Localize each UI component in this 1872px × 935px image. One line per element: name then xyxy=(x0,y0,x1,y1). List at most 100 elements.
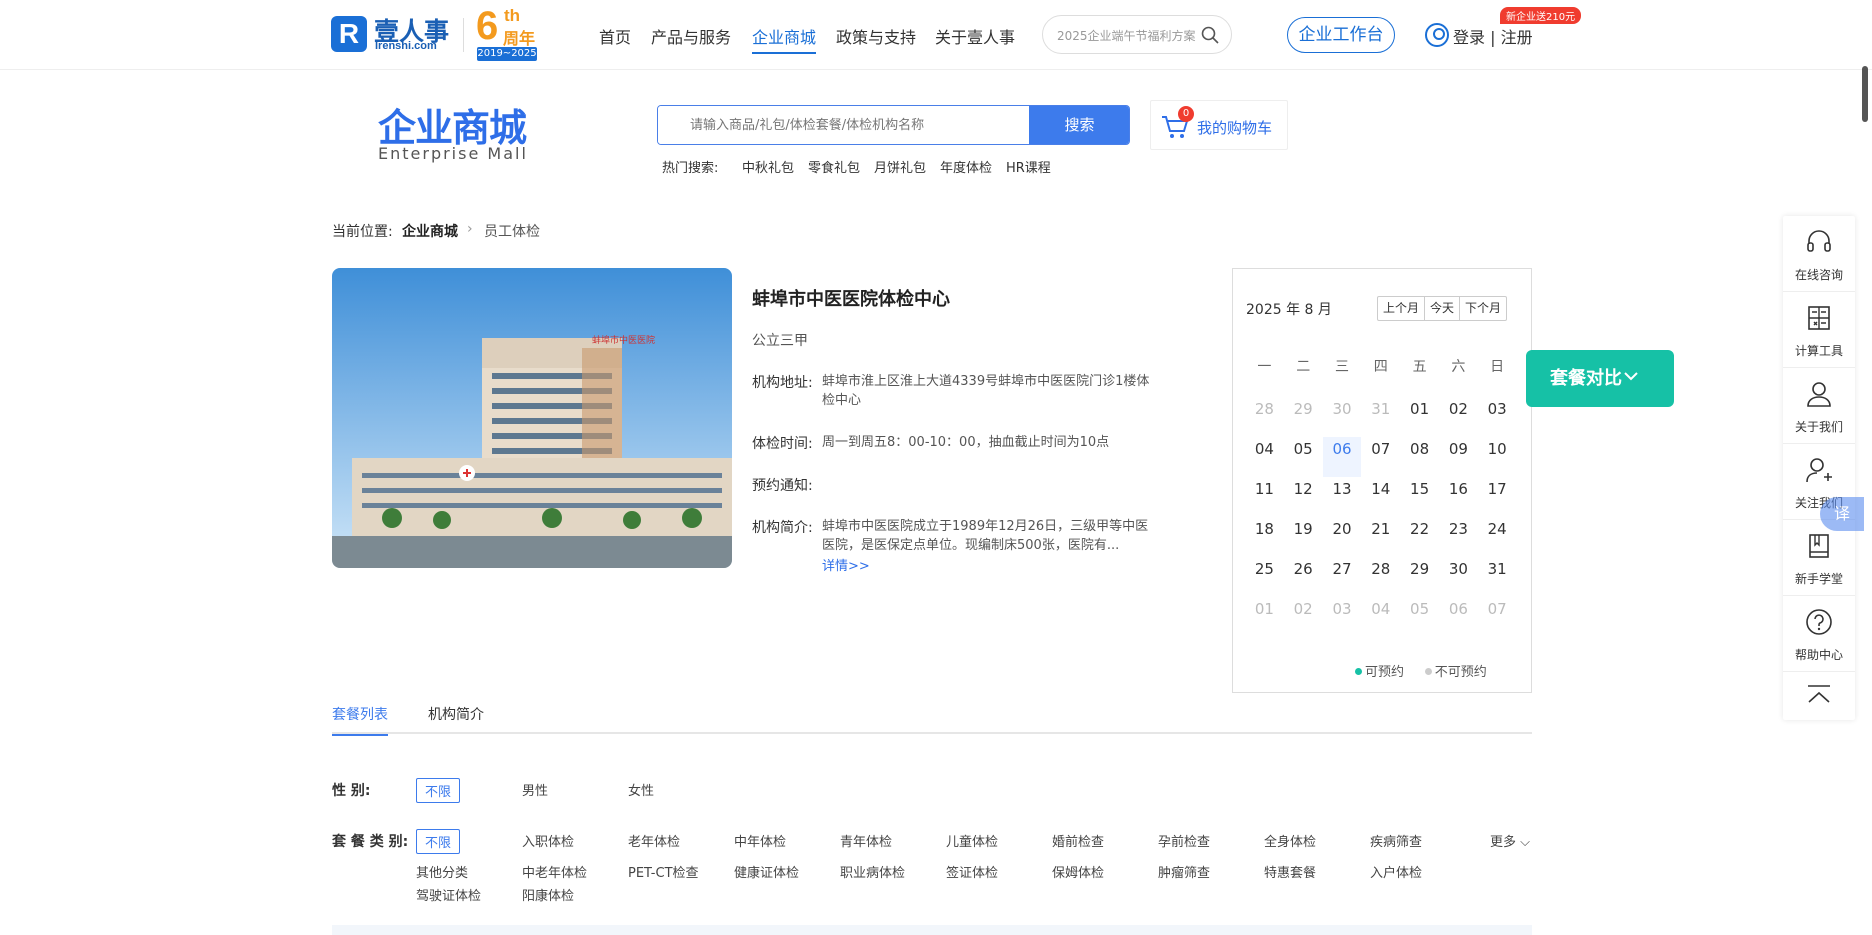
irenshi-logo-icon[interactable]: R xyxy=(331,16,367,52)
category-option[interactable]: 老年体检 xyxy=(628,831,680,850)
category-option[interactable]: 其他分类 xyxy=(416,862,468,881)
calendar-day[interactable]: 30 xyxy=(1439,557,1478,597)
category-option[interactable]: 全身体检 xyxy=(1264,831,1316,850)
user-avatar-icon[interactable] xyxy=(1425,23,1449,47)
gender-option[interactable]: 不限 xyxy=(416,778,461,803)
calendar-day[interactable]: 23 xyxy=(1439,517,1478,557)
category-option[interactable]: 婚前检查 xyxy=(1052,831,1104,850)
nav-home[interactable]: 首页 xyxy=(599,24,631,48)
category-option[interactable]: 入职体检 xyxy=(522,831,574,850)
calendar-day[interactable]: 16 xyxy=(1439,477,1478,517)
calendar-day[interactable]: 08 xyxy=(1400,437,1439,477)
calendar-day[interactable]: 11 xyxy=(1245,477,1284,517)
sidebar-item-help[interactable]: 帮助中心 xyxy=(1783,596,1855,672)
calendar-day[interactable]: 09 xyxy=(1439,437,1478,477)
calendar-day[interactable]: 15 xyxy=(1400,477,1439,517)
category-option[interactable]: 青年体检 xyxy=(840,831,892,850)
calendar-week-row: 11 12 13 14 15 16 17 xyxy=(1245,477,1517,517)
nav-products[interactable]: 产品与服务 xyxy=(651,24,731,48)
scrollbar-thumb[interactable] xyxy=(1862,66,1868,122)
calendar-day[interactable]: 06 xyxy=(1322,437,1362,477)
calendar-day[interactable]: 24 xyxy=(1478,517,1517,557)
prev-month-button[interactable]: 上个月 xyxy=(1378,297,1426,320)
category-option[interactable]: 不限 xyxy=(416,829,461,854)
hot-search-term[interactable]: 零食礼包 xyxy=(808,157,860,176)
calendar-day[interactable]: 07 xyxy=(1361,437,1400,477)
calendar-day[interactable]: 04 xyxy=(1245,437,1284,477)
booking-calendar: 2025 年 8 月 上个月 今天 下个月 一二三四五六日 28 29 30 31 01 0… xyxy=(1232,268,1532,693)
calendar-day[interactable]: 22 xyxy=(1400,517,1439,557)
calendar-day[interactable]: 20 xyxy=(1323,517,1362,557)
sidebar-item-about[interactable]: 关于我们 xyxy=(1783,368,1855,444)
top-search-input[interactable]: 2025企业端午节福利方案 xyxy=(1042,15,1232,54)
calendar-day[interactable]: 31 xyxy=(1478,557,1517,597)
translate-button[interactable]: 译 xyxy=(1820,497,1864,531)
calendar-week-row: 04 05 06 07 08 09 10 xyxy=(1245,437,1517,477)
breadcrumb-item-mall[interactable]: 企业商城 xyxy=(402,221,458,241)
calendar-day[interactable]: 26 xyxy=(1284,557,1323,597)
category-option[interactable]: 疾病筛查 xyxy=(1370,831,1422,850)
back-to-top-button[interactable] xyxy=(1783,672,1855,720)
search-icon[interactable] xyxy=(1201,26,1219,44)
category-option[interactable]: 孕前检查 xyxy=(1158,831,1210,850)
nav-mall[interactable]: 企业商城 xyxy=(752,24,817,54)
tab-institution-intro[interactable]: 机构简介 xyxy=(428,704,484,734)
category-option[interactable]: 保姆体检 xyxy=(1052,862,1104,881)
calendar-day[interactable]: 17 xyxy=(1478,477,1517,517)
calendar-day[interactable]: 29 xyxy=(1400,557,1439,597)
calendar-legend: 可预约 不可预约 xyxy=(1355,661,1487,680)
calendar-day[interactable]: 03 xyxy=(1478,397,1517,437)
next-month-button[interactable]: 下个月 xyxy=(1460,297,1506,320)
promo-badge: 新企业送210元 xyxy=(1500,7,1582,24)
calendar-day[interactable]: 01 xyxy=(1400,397,1439,437)
category-filter-label: 套 餐 类 别: xyxy=(332,834,409,850)
calendar-day[interactable]: 27 xyxy=(1323,557,1362,597)
gender-option[interactable]: 女性 xyxy=(628,780,654,799)
more-categories-button[interactable]: 更多 ⌵ xyxy=(1490,831,1530,850)
workbench-button[interactable]: 企业工作台 xyxy=(1287,17,1395,53)
sidebar-item-learn[interactable]: 新手学堂 xyxy=(1783,520,1855,596)
calendar-day[interactable]: 14 xyxy=(1361,477,1400,517)
calendar-day[interactable]: 05 xyxy=(1284,437,1323,477)
cart-button[interactable]: 0 我的购物车 xyxy=(1150,100,1288,150)
calendar-day[interactable]: 25 xyxy=(1245,557,1284,597)
sidebar-item-calculator[interactable]: 计算工具 xyxy=(1783,292,1855,368)
mall-search-input[interactable] xyxy=(658,106,1028,144)
hot-search-term[interactable]: 年度体检 xyxy=(940,157,992,176)
sidebar-item-consult[interactable]: 在线咨询 xyxy=(1783,216,1855,292)
category-option[interactable]: 肿瘤筛查 xyxy=(1158,862,1210,881)
category-option[interactable]: 中老年体检 xyxy=(522,862,587,881)
category-option[interactable]: 儿童体检 xyxy=(946,831,998,850)
compare-packages-button[interactable]: 套餐对比 xyxy=(1526,350,1674,407)
nav-about[interactable]: 关于壹人事 xyxy=(935,24,1015,48)
calendar-day[interactable]: 28 xyxy=(1361,557,1400,597)
category-option[interactable]: 健康证体检 xyxy=(734,862,799,881)
nav-policy[interactable]: 政策与支持 xyxy=(836,24,916,48)
today-button[interactable]: 今天 xyxy=(1425,297,1461,320)
category-option[interactable]: 特惠套餐 xyxy=(1264,862,1316,881)
calendar-day[interactable]: 18 xyxy=(1245,517,1284,557)
gender-option[interactable]: 男性 xyxy=(522,780,548,799)
search-button[interactable]: 搜索 xyxy=(1029,106,1129,144)
category-option[interactable]: 驾驶证体检 xyxy=(416,885,481,904)
calendar-day[interactable]: 21 xyxy=(1361,517,1400,557)
category-option[interactable]: PET-CT检查 xyxy=(628,862,699,881)
calendar-day[interactable]: 02 xyxy=(1439,397,1478,437)
calendar-day[interactable]: 19 xyxy=(1284,517,1323,557)
category-option[interactable]: 入户体检 xyxy=(1370,862,1422,881)
calendar-day[interactable]: 13 xyxy=(1323,477,1362,517)
calendar-day[interactable]: 10 xyxy=(1478,437,1517,477)
calendar-weekday-row: 一二三四五六日 xyxy=(1245,357,1517,397)
weekday-label: 五 xyxy=(1412,359,1427,375)
hot-search-term[interactable]: HR课程 xyxy=(1006,157,1051,176)
category-option[interactable]: 签证体检 xyxy=(946,862,998,881)
intro-more-link[interactable]: 详情>> xyxy=(822,555,870,574)
calendar-day[interactable]: 12 xyxy=(1284,477,1323,517)
hot-search-term[interactable]: 月饼礼包 xyxy=(874,157,926,176)
tab-package-list[interactable]: 套餐列表 xyxy=(332,704,388,736)
login-register-link[interactable]: 登录 | 注册 xyxy=(1453,24,1533,48)
category-option[interactable]: 职业病体检 xyxy=(840,862,905,881)
category-option[interactable]: 阳康体检 xyxy=(522,885,574,904)
category-option[interactable]: 中年体检 xyxy=(734,831,786,850)
hot-search-term[interactable]: 中秋礼包 xyxy=(742,157,794,176)
